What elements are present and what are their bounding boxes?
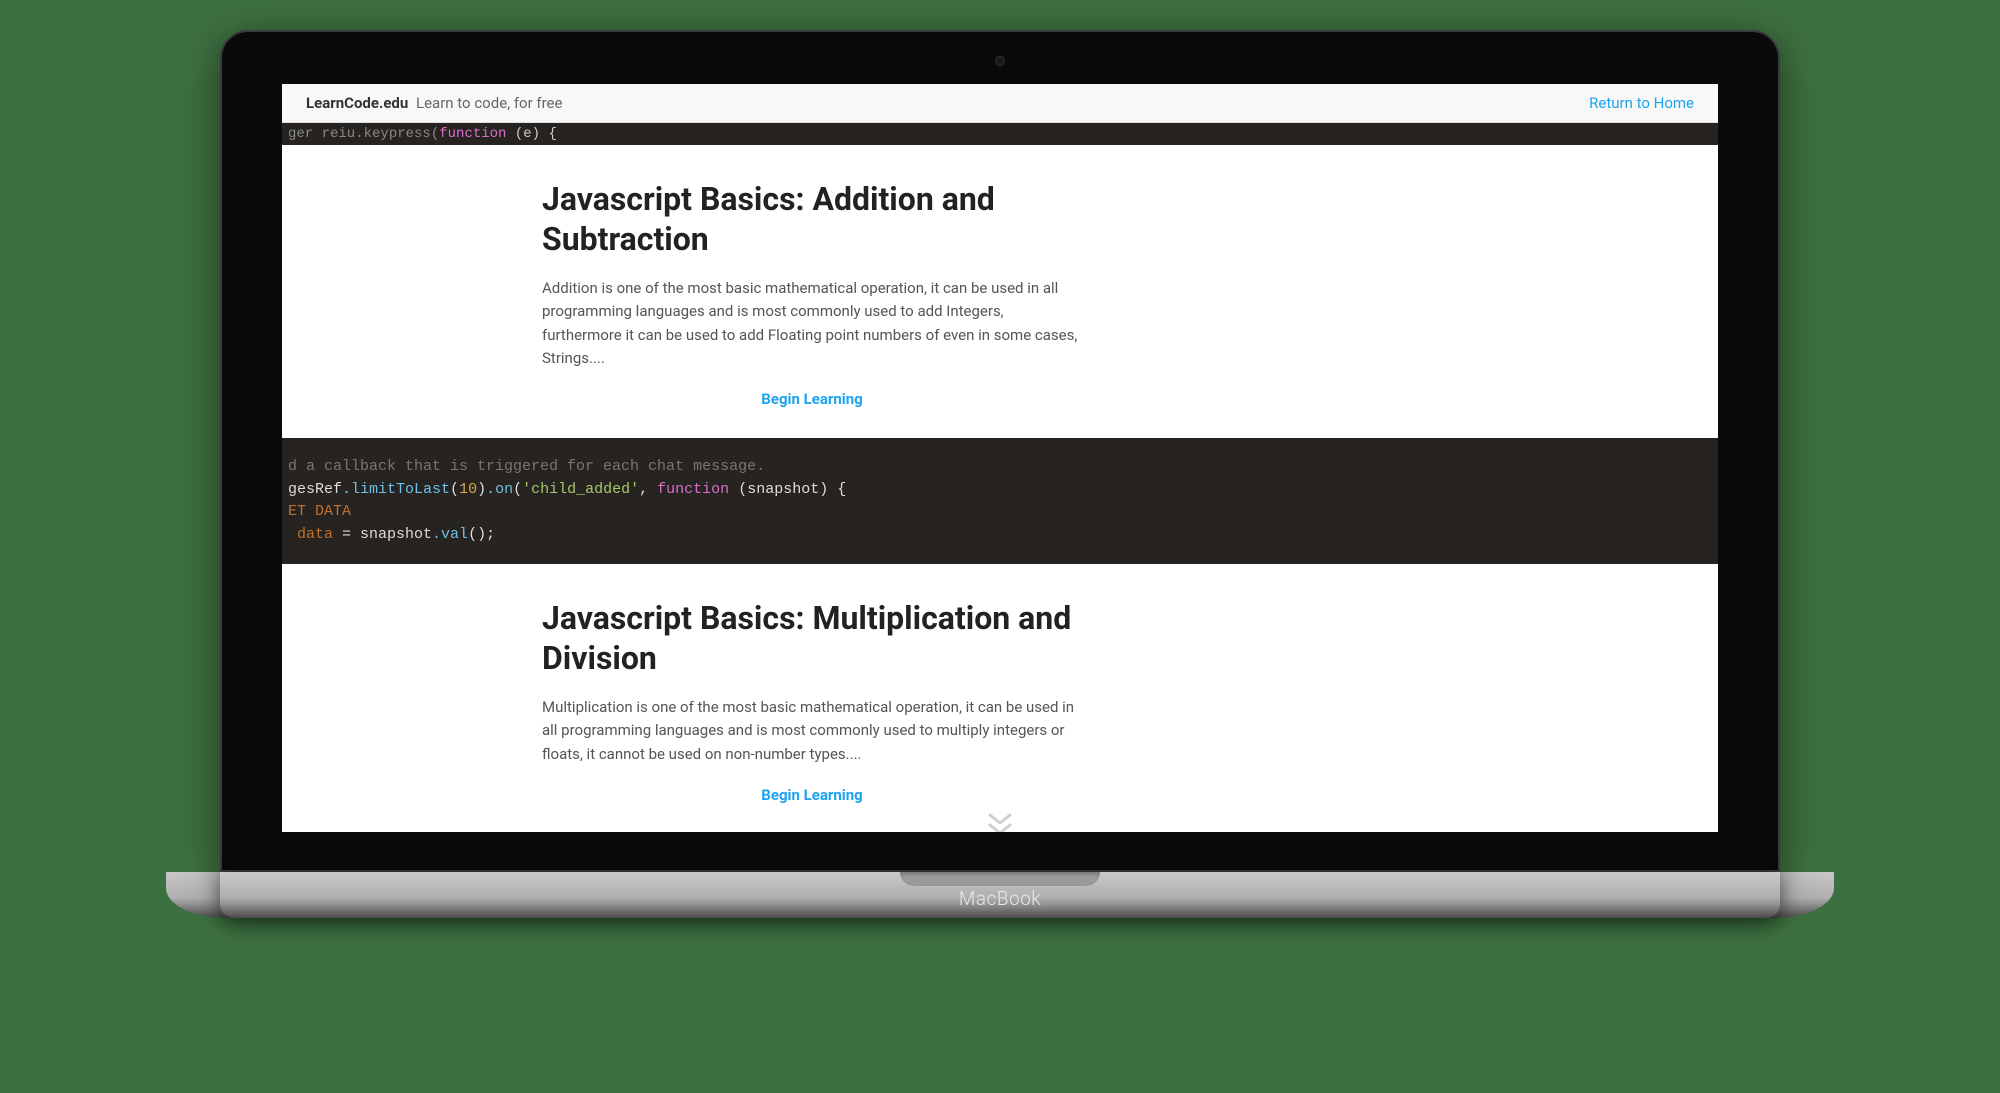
header-bar: LearnCode.edu Learn to code, for free Re… [282, 84, 1718, 123]
code-punc: (); [468, 526, 495, 543]
code-comment: d a callback that is triggered for each … [288, 458, 765, 475]
brand-tagline: Learn to code, for free [416, 94, 562, 112]
laptop-device-frame: LearnCode.edu Learn to code, for free Re… [220, 30, 1780, 918]
code-background-strip-top: ger reiu.keypress(function (e) { [282, 123, 1718, 145]
code-ident: snapshot [360, 526, 432, 543]
screen-viewport: LearnCode.edu Learn to code, for free Re… [282, 84, 1718, 832]
code-ident: (snapshot) { [729, 481, 846, 498]
code-line: ET DATA [288, 501, 1712, 524]
code-keyword: function [657, 481, 729, 498]
code-line: d a callback that is triggered for each … [288, 456, 1712, 479]
camera-icon [995, 56, 1005, 66]
code-line: data = snapshot.val(); [288, 524, 1712, 547]
lesson-card-multiplication: Javascript Basics: Multiplication and Di… [282, 564, 1718, 832]
chevron-down-double-icon[interactable] [986, 812, 1014, 832]
device-label: MacBook [959, 887, 1041, 910]
lesson-description: Addition is one of the most basic mathem… [542, 277, 1082, 370]
code-text: (e) { [506, 126, 556, 142]
laptop-screen-bezel: LearnCode.edu Learn to code, for free Re… [220, 30, 1780, 872]
code-ident: gesRef [288, 481, 342, 498]
code-annotation: ET DATA [288, 503, 351, 520]
code-punc: ) [477, 481, 486, 498]
code-keyword: function [439, 126, 506, 142]
code-punc: ( [450, 481, 459, 498]
brand-name: LearnCode.edu [306, 94, 408, 112]
brand-wrap: LearnCode.edu Learn to code, for free [306, 94, 562, 112]
begin-learning-link[interactable]: Begin Learning [542, 390, 1082, 408]
code-method: .on [486, 481, 513, 498]
code-punc: = [333, 526, 360, 543]
laptop-base: MacBook [220, 872, 1780, 918]
code-method: .val [432, 526, 468, 543]
code-var: data [288, 526, 333, 543]
laptop-notch [900, 872, 1100, 886]
return-home-link[interactable]: Return to Home [1589, 94, 1694, 112]
code-method: .limitToLast [342, 481, 450, 498]
code-string: 'child_added' [522, 481, 639, 498]
lesson-card-addition: Javascript Basics: Addition and Subtract… [282, 145, 1718, 438]
code-background-block: d a callback that is triggered for each … [282, 438, 1718, 564]
lesson-description: Multiplication is one of the most basic … [542, 696, 1082, 766]
lesson-title: Javascript Basics: Multiplication and Di… [542, 598, 1162, 678]
code-text: ger reiu.keypress( [288, 126, 439, 142]
code-number: 10 [459, 481, 477, 498]
code-punc: , [639, 481, 657, 498]
code-line: gesRef.limitToLast(10).on('child_added',… [288, 479, 1712, 502]
code-punc: ( [513, 481, 522, 498]
begin-learning-link[interactable]: Begin Learning [542, 786, 1082, 804]
lesson-title: Javascript Basics: Addition and Subtract… [542, 179, 1162, 259]
